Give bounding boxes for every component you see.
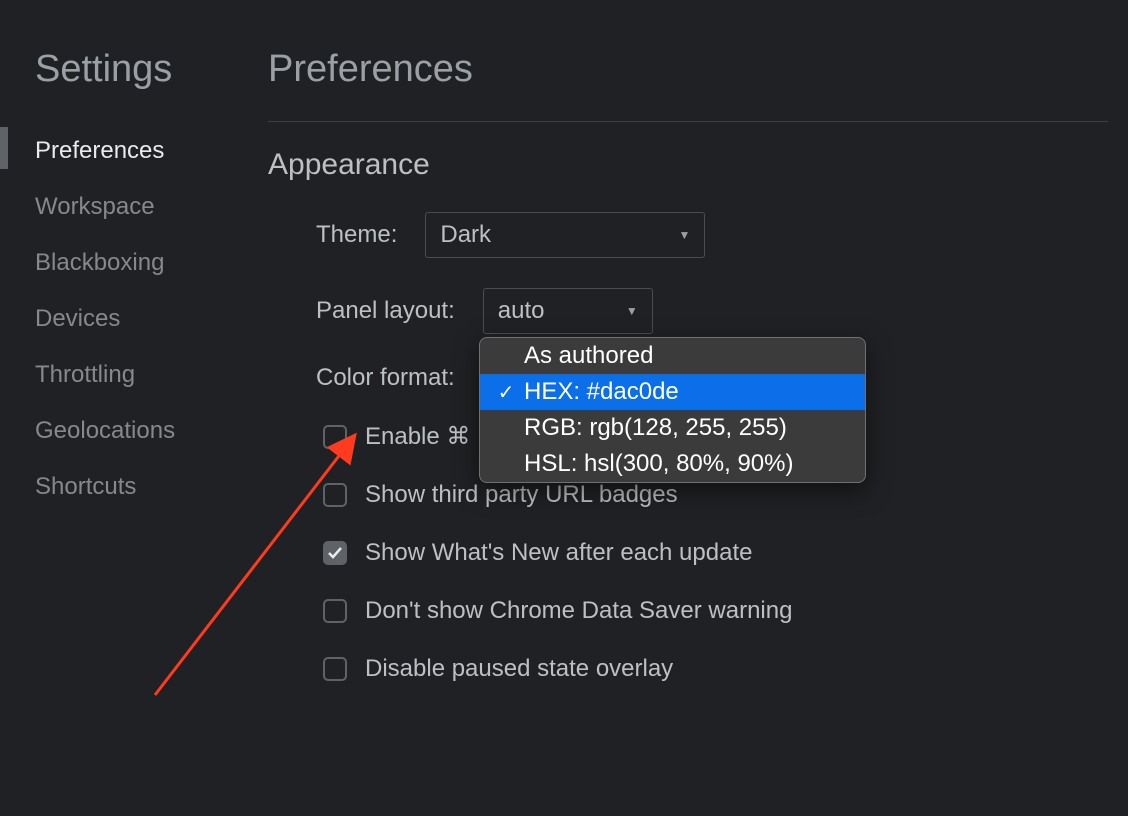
checkbox[interactable] (323, 425, 347, 449)
checkbox-row-paused-overlay[interactable]: Disable paused state overlay (268, 655, 1108, 683)
dropdown-option-as-authored[interactable]: As authored (480, 338, 865, 374)
checkbox-label: Show third party URL badges (365, 481, 678, 509)
panel-layout-row: Panel layout: auto ▼ (268, 288, 1108, 334)
checkbox-row-data-saver[interactable]: Don't show Chrome Data Saver warning (268, 597, 1108, 625)
dropdown-option-hex[interactable]: ✓ HEX: #dac0de (480, 374, 865, 410)
sidebar-item-label: Geolocations (35, 417, 175, 444)
panel-layout-label: Panel layout: (316, 297, 455, 325)
sidebar-title: Settings (35, 48, 230, 91)
panel-layout-select-value: auto (498, 297, 545, 325)
dropdown-option-label: HSL: hsl(300, 80%, 90%) (524, 450, 793, 478)
sidebar-item-label: Shortcuts (35, 473, 136, 500)
theme-label: Theme: (316, 221, 397, 249)
checkbox[interactable] (323, 657, 347, 681)
checkbox-row-third-party-badges[interactable]: Show third party URL badges (268, 481, 1108, 509)
theme-select[interactable]: Dark ▼ (425, 212, 705, 258)
sidebar: Settings Preferences Workspace Blackboxi… (0, 20, 230, 816)
checkbox[interactable] (323, 483, 347, 507)
panel-layout-select[interactable]: auto ▼ (483, 288, 653, 334)
checkbox-label: Enable ⌘ (365, 422, 470, 451)
sidebar-item-label: Workspace (35, 193, 155, 220)
checkbox-row-whats-new[interactable]: Show What's New after each update (268, 539, 1108, 567)
sidebar-item-geolocations[interactable]: Geolocations (35, 403, 230, 459)
checkbox[interactable] (323, 541, 347, 565)
dropdown-option-rgb[interactable]: RGB: rgb(128, 255, 255) (480, 410, 865, 446)
sidebar-item-blackboxing[interactable]: Blackboxing (35, 235, 230, 291)
sidebar-item-workspace[interactable]: Workspace (35, 179, 230, 235)
sidebar-item-label: Blackboxing (35, 249, 164, 276)
sidebar-item-preferences[interactable]: Preferences (35, 123, 230, 179)
page-title: Preferences (268, 48, 1108, 122)
theme-row: Theme: Dark ▼ (268, 212, 1108, 258)
color-format-dropdown: As authored ✓ HEX: #dac0de RGB: rgb(128,… (479, 337, 866, 483)
caret-down-icon: ▼ (626, 304, 638, 318)
section-title-appearance: Appearance (268, 148, 1108, 182)
sidebar-item-label: Throttling (35, 361, 135, 388)
check-icon: ✓ (494, 380, 518, 405)
sidebar-item-throttling[interactable]: Throttling (35, 347, 230, 403)
dropdown-option-label: HEX: #dac0de (524, 378, 679, 406)
checkbox[interactable] (323, 599, 347, 623)
checkbox-label: Don't show Chrome Data Saver warning (365, 597, 792, 625)
sidebar-item-label: Devices (35, 305, 120, 332)
dropdown-option-label: RGB: rgb(128, 255, 255) (524, 414, 787, 442)
sidebar-item-shortcuts[interactable]: Shortcuts (35, 459, 230, 515)
color-format-label: Color format: (316, 364, 455, 392)
dropdown-option-hsl[interactable]: HSL: hsl(300, 80%, 90%) (480, 446, 865, 482)
sidebar-item-devices[interactable]: Devices (35, 291, 230, 347)
dropdown-option-label: As authored (524, 342, 653, 370)
checkbox-label: Disable paused state overlay (365, 655, 673, 683)
theme-select-value: Dark (440, 221, 491, 249)
caret-down-icon: ▼ (678, 228, 690, 242)
sidebar-item-label: Preferences (35, 137, 164, 164)
checkbox-label: Show What's New after each update (365, 539, 752, 567)
